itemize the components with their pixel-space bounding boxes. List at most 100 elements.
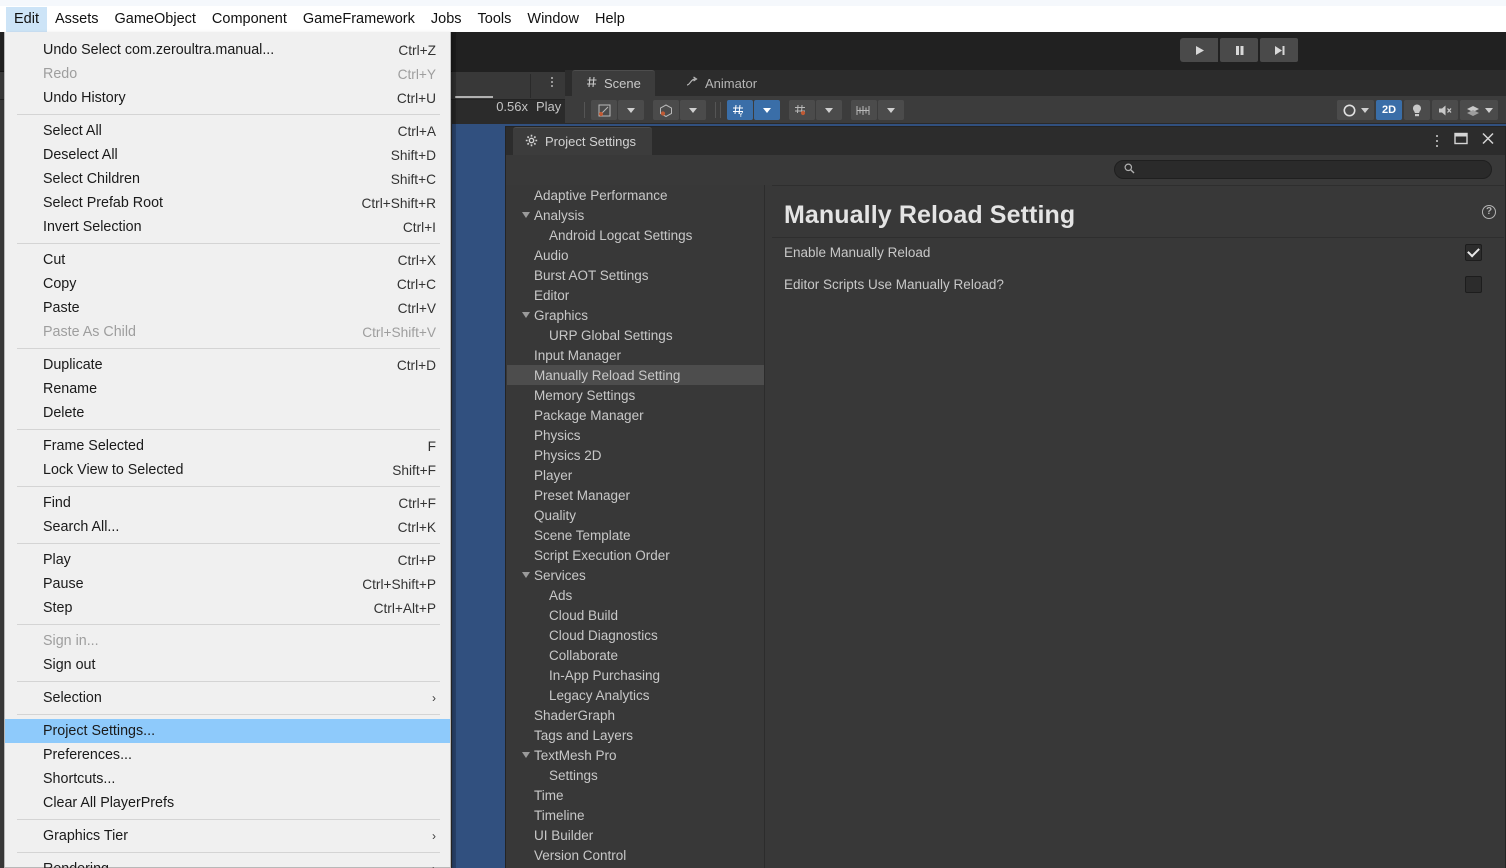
settings-tree-item-quality[interactable]: Quality [507, 505, 764, 525]
settings-tree-item-editor[interactable]: Editor [507, 285, 764, 305]
settings-tree-item-textmesh-pro[interactable]: TextMesh Pro [507, 745, 764, 765]
settings-tree-item-audio[interactable]: Audio [507, 245, 764, 265]
close-icon[interactable] [1481, 132, 1495, 150]
menu-item-sign-out[interactable]: Sign out [5, 653, 450, 677]
snap-increment-dropdown[interactable] [878, 100, 904, 120]
settings-tree-item-in-app-purchasing[interactable]: In-App Purchasing [507, 665, 764, 685]
scene-lighting-toggle[interactable] [1404, 100, 1430, 120]
edit-menu-dropdown[interactable]: Undo Select com.zeroultra.manual... Ctrl+… [4, 32, 451, 868]
chevron-down-icon[interactable] [519, 565, 532, 585]
menu-item-deselect-all[interactable]: Deselect All Shift+D [5, 143, 450, 167]
settings-tree-item-settings[interactable]: Settings [507, 765, 764, 785]
shading-mode-dropdown[interactable] [680, 100, 706, 120]
grid-axis-button[interactable]: Y [727, 100, 753, 120]
menu-item-paste[interactable]: Paste Ctrl+V [5, 296, 450, 320]
menu-item-undo-select-com-zeroultra-manual[interactable]: Undo Select com.zeroultra.manual... Ctrl+… [5, 38, 450, 62]
editor-scripts-use-manually-reload-checkbox[interactable] [1465, 275, 1482, 293]
chevron-down-icon[interactable] [519, 745, 532, 765]
settings-tree-item-script-execution-order[interactable]: Script Execution Order [507, 545, 764, 565]
settings-tree-item-memory-settings[interactable]: Memory Settings [507, 385, 764, 405]
step-button[interactable] [1260, 38, 1298, 62]
settings-tree-item-analysis[interactable]: Analysis [507, 205, 764, 225]
menubar-item-edit[interactable]: Edit [6, 6, 47, 32]
menu-item-select-prefab-root[interactable]: Select Prefab Root Ctrl+Shift+R [5, 191, 450, 215]
menu-item-invert-selection[interactable]: Invert Selection Ctrl+I [5, 215, 450, 239]
settings-tree-item-timeline[interactable]: Timeline [507, 805, 764, 825]
menu-item-duplicate[interactable]: Duplicate Ctrl+D [5, 353, 450, 377]
settings-tree-item-android-logcat-settings[interactable]: Android Logcat Settings [507, 225, 764, 245]
settings-tree-item-manually-reload-setting[interactable]: Manually Reload Setting [507, 365, 764, 385]
property-row-editor-scripts-use-manually-reload[interactable]: Editor Scripts Use Manually Reload? [784, 273, 1482, 295]
menu-item-rendering[interactable]: Rendering› [5, 857, 450, 868]
shading-mode-button[interactable] [653, 100, 679, 120]
tab-project-settings[interactable]: Project Settings [513, 127, 653, 155]
menu-item-cut[interactable]: Cut Ctrl+X [5, 248, 450, 272]
chevron-down-icon[interactable] [519, 305, 532, 325]
menu-item-shortcuts[interactable]: Shortcuts... [5, 767, 450, 791]
search-input[interactable] [1141, 162, 1482, 177]
scene-fx-toggle[interactable] [1460, 100, 1498, 120]
zoom-slider[interactable] [455, 96, 493, 98]
draw-mode-dropdown[interactable] [618, 100, 644, 120]
settings-tree-item-scene-template[interactable]: Scene Template [507, 525, 764, 545]
settings-tree-item-collaborate[interactable]: Collaborate [507, 645, 764, 665]
settings-tree-item-preset-manager[interactable]: Preset Manager [507, 485, 764, 505]
chevron-down-icon[interactable] [519, 205, 532, 225]
menubar-item-gameframework[interactable]: GameFramework [295, 7, 423, 32]
grid-snap-button[interactable] [789, 100, 815, 120]
draw-mode-button[interactable] [591, 100, 617, 120]
menu-item-graphics-tier[interactable]: Graphics Tier › [5, 824, 450, 848]
settings-category-tree[interactable]: Adaptive Performance Analysis Android Logc… [507, 185, 765, 868]
settings-tree-item-shadergraph[interactable]: ShaderGraph [507, 705, 764, 725]
pause-button[interactable] [1220, 38, 1258, 62]
menu-item-select-children[interactable]: Select Children Shift+C [5, 167, 450, 191]
menu-item-selection[interactable]: Selection › [5, 686, 450, 710]
menubar-item-component[interactable]: Component [204, 7, 295, 32]
property-row-enable-manually-reload[interactable]: Enable Manually Reload [784, 241, 1482, 263]
menu-item-play[interactable]: Play Ctrl+P [5, 548, 450, 572]
settings-tree-item-package-manager[interactable]: Package Manager [507, 405, 764, 425]
menu-item-delete[interactable]: Delete [5, 401, 450, 425]
menu-item-search-all[interactable]: Search All... Ctrl+K [5, 515, 450, 539]
menu-item-clear-all-playerprefs[interactable]: Clear All PlayerPrefs [5, 791, 450, 815]
kebab-menu-icon[interactable] [1433, 133, 1442, 150]
menu-item-project-settings[interactable]: Project Settings... [5, 719, 450, 743]
menubar-item-assets[interactable]: Assets [47, 7, 107, 32]
menu-item-preferences[interactable]: Preferences... [5, 743, 450, 767]
tab-animator[interactable]: Animator [672, 70, 771, 96]
settings-tree-item-ads[interactable]: Ads [507, 585, 764, 605]
enable-manually-reload-checkbox[interactable] [1465, 243, 1482, 261]
grid-axis-dropdown[interactable] [754, 100, 780, 120]
menubar-item-tools[interactable]: Tools [470, 7, 520, 32]
settings-tree-item-cloud-diagnostics[interactable]: Cloud Diagnostics [507, 625, 764, 645]
settings-tree-item-time[interactable]: Time [507, 785, 764, 805]
settings-tree-item-input-manager[interactable]: Input Manager [507, 345, 764, 365]
menubar-item-help[interactable]: Help [587, 7, 633, 32]
maximize-icon[interactable] [1454, 132, 1468, 150]
menu-item-step[interactable]: Step Ctrl+Alt+P [5, 596, 450, 620]
settings-tree-item-graphics[interactable]: Graphics [507, 305, 764, 325]
tab-scene[interactable]: Scene [572, 70, 655, 96]
settings-tree-item-legacy-analytics[interactable]: Legacy Analytics [507, 685, 764, 705]
snap-increment-button[interactable] [851, 100, 877, 120]
menu-item-pause[interactable]: Pause Ctrl+Shift+P [5, 572, 450, 596]
menu-item-undo-history[interactable]: Undo History Ctrl+U [5, 86, 450, 110]
settings-tree-item-burst-aot-settings[interactable]: Burst AOT Settings [507, 265, 764, 285]
scene-2d-toggle[interactable]: 2D [1376, 100, 1402, 120]
menu-item-select-all[interactable]: Select All Ctrl+A [5, 119, 450, 143]
menubar-item-jobs[interactable]: Jobs [423, 7, 470, 32]
grid-snap-dropdown[interactable] [816, 100, 842, 120]
menubar-item-gameobject[interactable]: GameObject [107, 7, 204, 32]
settings-tree-item-adaptive-performance[interactable]: Adaptive Performance [507, 185, 764, 205]
menu-item-lock-view-to-selected[interactable]: Lock View to Selected Shift+F [5, 458, 450, 482]
settings-tree-item-physics-2d[interactable]: Physics 2D [507, 445, 764, 465]
play-button[interactable] [1180, 38, 1218, 62]
settings-tree-item-player[interactable]: Player [507, 465, 764, 485]
help-icon[interactable]: ? [1482, 205, 1496, 219]
menu-item-frame-selected[interactable]: Frame Selected F [5, 434, 450, 458]
settings-tree-item-version-control[interactable]: Version Control [507, 845, 764, 865]
menu-item-copy[interactable]: Copy Ctrl+C [5, 272, 450, 296]
settings-tree-item-urp-global-settings[interactable]: URP Global Settings [507, 325, 764, 345]
menubar-item-window[interactable]: Window [519, 7, 587, 32]
scene-lighting-sphere-button[interactable] [1337, 100, 1374, 120]
